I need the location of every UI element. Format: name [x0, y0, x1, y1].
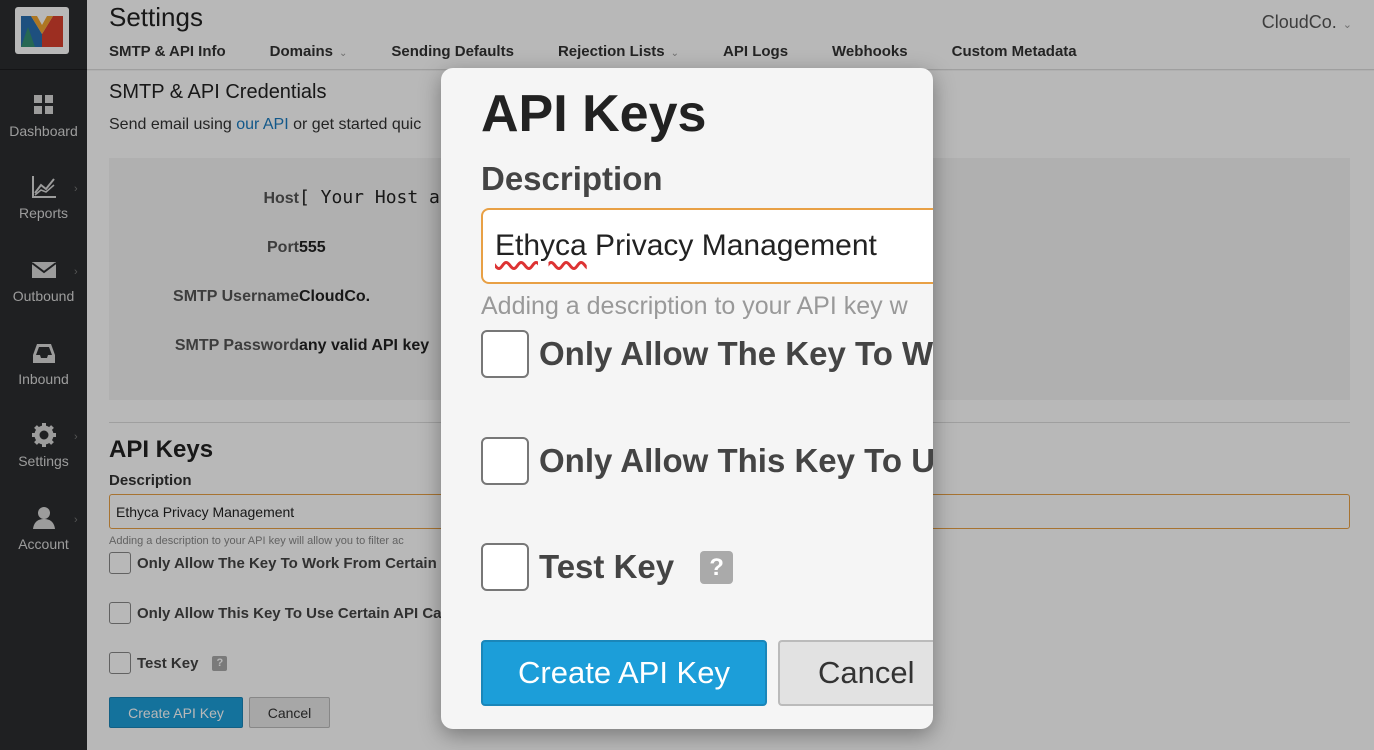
zoom-restrict-ip-checkbox[interactable]: [481, 330, 529, 378]
zoom-test-key-option: Test Key ?: [481, 543, 734, 591]
zoom-api-keys-title: API Keys: [481, 85, 707, 143]
zoom-description-label: Description: [481, 160, 663, 197]
zoom-description-input[interactable]: Ethyca Privacy Management: [481, 208, 933, 284]
zoom-create-api-key-button[interactable]: Create API Key: [481, 640, 767, 706]
zoom-cancel-button[interactable]: Cancel: [778, 640, 933, 706]
zoom-restrict-api-calls-checkbox[interactable]: [481, 437, 529, 485]
zoom-test-key-checkbox[interactable]: [481, 543, 529, 591]
zoom-description-rest: Privacy Management: [586, 229, 877, 262]
zoom-description-help-text: Adding a description to your API key w: [481, 292, 908, 320]
zoom-test-key-label: Test Key: [539, 548, 675, 585]
zoom-panel: API Keys Description Ethyca Privacy Mana…: [441, 68, 933, 729]
zoom-help-icon[interactable]: ?: [700, 550, 734, 584]
zoom-restrict-api-calls-option: Only Allow This Key To Us: [481, 437, 933, 485]
zoom-restrict-api-calls-label: Only Allow This Key To Us: [539, 442, 933, 479]
zoom-restrict-ip-option: Only Allow The Key To Wo: [481, 330, 933, 378]
zoom-restrict-ip-label: Only Allow The Key To Wo: [539, 335, 933, 372]
zoom-description-word-misspelled: Ethyca: [495, 229, 587, 262]
